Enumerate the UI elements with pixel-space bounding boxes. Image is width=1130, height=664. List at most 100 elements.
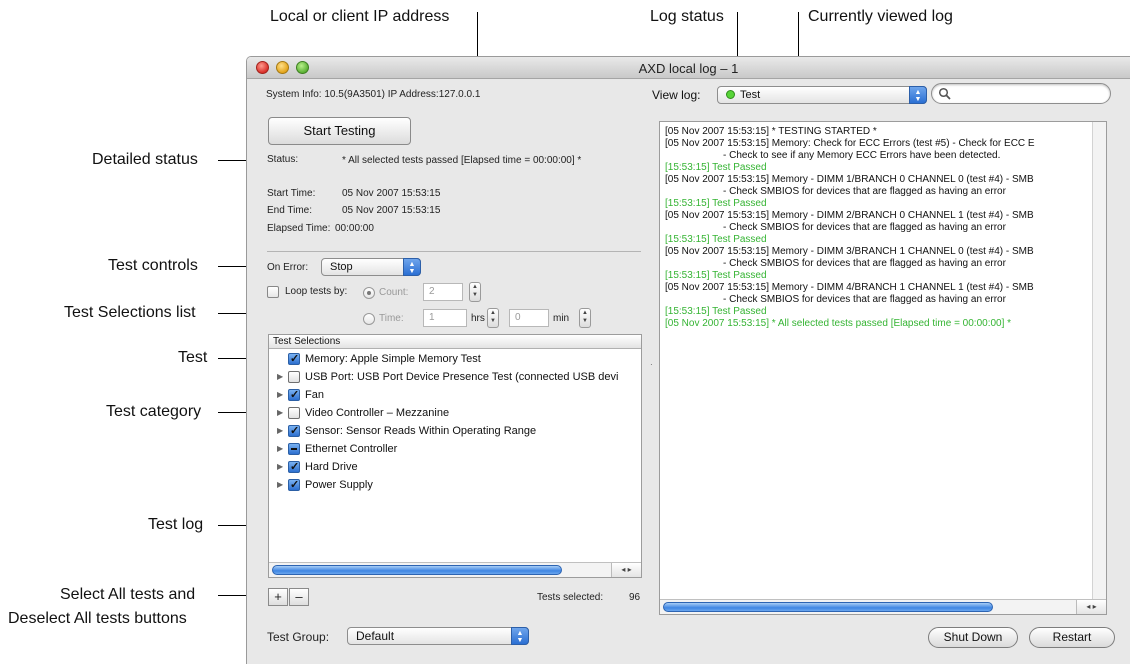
count-radio[interactable] xyxy=(363,287,375,299)
end-time-label: End Time: xyxy=(267,205,313,216)
test-selection-row[interactable]: ▶ USB Port: USB Port Device Presence Test… xyxy=(269,368,641,386)
search-icon xyxy=(938,87,951,100)
selections-horizontal-scrollbar[interactable]: ◂ ▸ xyxy=(269,562,641,577)
search-input[interactable] xyxy=(931,83,1111,104)
toolbar: System Info: 10.5(9A3501) IP Address:127… xyxy=(247,79,1130,113)
log-vertical-scrollbar[interactable] xyxy=(1092,122,1106,614)
time-radio[interactable] xyxy=(363,313,375,325)
test-selection-label: Memory: Apple Simple Memory Test xyxy=(305,353,481,365)
test-checkbox[interactable] xyxy=(288,386,300,404)
test-checkbox[interactable] xyxy=(288,422,300,440)
popup-arrows-icon: ▲ ▼ xyxy=(403,258,421,276)
loop-tests-checkbox[interactable] xyxy=(267,286,279,298)
log-line: [15:53:15] Test Passed xyxy=(665,162,767,173)
test-selection-row[interactable]: Memory: Apple Simple Memory Test xyxy=(269,350,641,368)
on-error-popup[interactable]: Stop ▲ ▼ xyxy=(321,258,421,276)
disclosure-triangle-icon[interactable]: ▶ xyxy=(277,440,283,458)
log-line: [05 Nov 2007 15:53:15] * TESTING STARTED… xyxy=(665,126,877,137)
log-line: - Check SMBIOS for devices that are flag… xyxy=(723,186,1006,197)
callout-test-selections-list: Test Selections list xyxy=(64,304,196,321)
log-line: - Check SMBIOS for devices that are flag… xyxy=(723,258,1006,269)
scroll-thumb[interactable] xyxy=(663,602,993,612)
view-log-label: View log: xyxy=(652,88,701,102)
disclosure-triangle-icon[interactable]: ▶ xyxy=(277,476,283,494)
test-log-lines: [05 Nov 2007 15:53:15] * TESTING STARTED… xyxy=(665,126,1104,330)
log-horizontal-scrollbar[interactable]: ◂ ▸ xyxy=(660,599,1106,614)
shut-down-button[interactable]: Shut Down xyxy=(928,627,1018,648)
test-group-popup[interactable]: Default ▲ ▼ xyxy=(347,627,529,645)
view-log-popup[interactable]: Test ▲ ▼ xyxy=(717,86,927,104)
test-selection-row[interactable]: ▶ Power Supply xyxy=(269,476,641,494)
test-checkbox[interactable] xyxy=(288,458,300,476)
time-hrs-field[interactable]: 1 xyxy=(423,309,467,327)
scroll-thumb[interactable] xyxy=(272,565,562,575)
scroll-arrows-icon[interactable]: ◂ ▸ xyxy=(1076,600,1106,614)
test-selection-label: Hard Drive xyxy=(305,461,358,473)
hrs-stepper[interactable]: ▲ ▼ xyxy=(487,308,499,328)
test-selection-label: Video Controller – Mezzanine xyxy=(305,407,450,419)
time-min-value: 0 xyxy=(515,312,521,323)
count-label: Count: xyxy=(379,287,409,298)
callout-local-ip: Local or client IP address xyxy=(270,8,450,25)
elapsed-value: 00:00:00 xyxy=(335,223,374,234)
popup-arrows-icon: ▲ ▼ xyxy=(909,86,927,104)
log-line: [15:53:15] Test Passed xyxy=(665,234,767,245)
callout-current-log: Currently viewed log xyxy=(808,8,953,25)
test-selection-row[interactable]: ▶ Fan xyxy=(269,386,641,404)
callout-log-status: Log status xyxy=(650,8,724,25)
test-selection-row[interactable]: ▶ Ethernet Controller xyxy=(269,440,641,458)
test-selection-row[interactable]: ▶ Video Controller – Mezzanine xyxy=(269,404,641,422)
test-selection-label: Ethernet Controller xyxy=(305,443,398,455)
count-stepper[interactable]: ▲ ▼ xyxy=(469,282,481,302)
test-checkbox[interactable] xyxy=(288,443,300,455)
disclosure-triangle-icon[interactable]: ▶ xyxy=(277,404,283,422)
restart-label: Restart xyxy=(1052,630,1092,644)
test-selection-label: Fan xyxy=(305,389,324,401)
log-line: [05 Nov 2007 15:53:15] Memory - DIMM 2/B… xyxy=(665,210,1034,221)
test-selection-row[interactable]: ▶ Sensor: Sensor Reads Within Operating R… xyxy=(269,422,641,440)
min-stepper[interactable]: ▲ ▼ xyxy=(579,308,591,328)
splitter-handle[interactable]: · xyxy=(650,361,654,369)
test-selections-list[interactable]: Test Selections Memory: Apple Simple Mem… xyxy=(268,334,642,578)
log-status-icon xyxy=(726,90,735,99)
disclosure-triangle-icon[interactable]: ▶ xyxy=(277,386,283,404)
select-all-button[interactable]: + xyxy=(268,588,288,606)
test-checkbox[interactable] xyxy=(288,476,300,494)
popup-arrows-icon: ▲ ▼ xyxy=(511,627,529,645)
log-line: [15:53:15] Test Passed xyxy=(665,270,767,281)
test-checkbox[interactable] xyxy=(288,371,300,383)
test-checkbox[interactable] xyxy=(288,350,300,368)
on-error-label: On Error: xyxy=(267,262,309,273)
test-selections-header: Test Selections xyxy=(269,335,641,349)
loop-tests-label: Loop tests by: xyxy=(285,286,348,297)
callout-test-log: Test log xyxy=(148,516,204,533)
test-selection-label: USB Port: USB Port Device Presence Test … xyxy=(305,371,619,383)
start-testing-button[interactable]: Start Testing xyxy=(268,117,411,145)
radio-dot-icon xyxy=(367,291,371,295)
system-info: System Info: 10.5(9A3501) IP Address:127… xyxy=(266,89,481,100)
test-checkbox[interactable] xyxy=(288,407,300,419)
min-label: min xyxy=(553,313,570,324)
view-log-value: Test xyxy=(740,89,761,101)
log-line: [05 Nov 2007 15:53:15] Memory - DIMM 1/B… xyxy=(665,174,1034,185)
callout-detailed-status: Detailed status xyxy=(92,151,198,168)
tests-selected-label: Tests selected: xyxy=(537,592,604,603)
callout-test: Test xyxy=(178,349,208,366)
status-label: Status: xyxy=(267,154,299,165)
disclosure-triangle-icon[interactable]: ▶ xyxy=(277,422,283,440)
test-log-pane[interactable]: [05 Nov 2007 15:53:15] * TESTING STARTED… xyxy=(659,121,1107,615)
time-label: Time: xyxy=(379,313,404,324)
scroll-arrows-icon[interactable]: ◂ ▸ xyxy=(611,563,641,577)
status-value: * All selected tests passed [Elapsed tim… xyxy=(342,155,582,166)
disclosure-triangle-icon[interactable]: ▶ xyxy=(277,458,283,476)
disclosure-triangle-icon[interactable]: ▶ xyxy=(277,368,283,386)
start-time-label: Start Time: xyxy=(267,188,316,199)
test-selection-label: Sensor: Sensor Reads Within Operating Ra… xyxy=(305,425,537,437)
test-selection-row[interactable]: ▶ Hard Drive xyxy=(269,458,641,476)
title-bar[interactable]: AXD local log – 1 xyxy=(247,57,1130,79)
time-min-field[interactable]: 0 xyxy=(509,309,549,327)
deselect-all-button[interactable]: – xyxy=(289,588,309,606)
restart-button[interactable]: Restart xyxy=(1029,627,1115,648)
log-line: - Check to see if any Memory ECC Errors … xyxy=(723,150,1001,161)
count-field[interactable]: 2 xyxy=(423,283,463,301)
